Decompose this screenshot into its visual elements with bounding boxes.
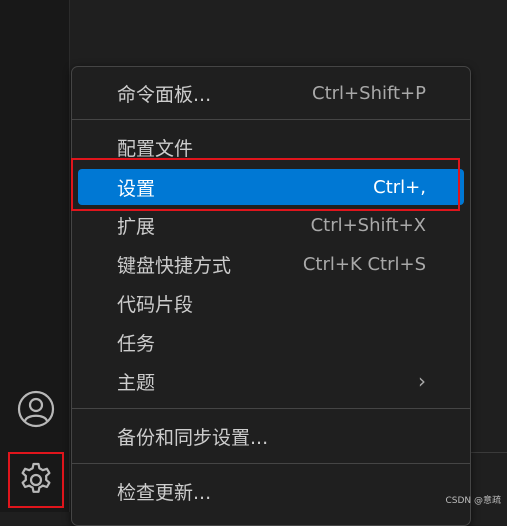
menu-item-settings[interactable]: 设置 Ctrl+, xyxy=(78,169,464,205)
activity-bar xyxy=(0,0,70,512)
menu-item-label: 扩展 xyxy=(117,215,156,238)
menu-item-label: 主题 xyxy=(117,371,156,394)
manage-context-menu: 命令面板... Ctrl+Shift+P 配置文件 设置 Ctrl+, 扩展 C… xyxy=(71,66,471,526)
menu-item-label: 检查更新... xyxy=(117,481,212,504)
menu-item-label: 设置 xyxy=(117,177,156,200)
menu-item-themes[interactable]: 主题 › xyxy=(78,363,464,399)
menu-item-tasks[interactable]: 任务 xyxy=(78,324,464,360)
menu-item-label: 代码片段 xyxy=(117,293,194,316)
menu-item-label: 配置文件 xyxy=(117,137,194,160)
watermark: CSDN @意疏 xyxy=(445,496,501,506)
menu-separator xyxy=(72,408,470,409)
manage-button[interactable] xyxy=(8,452,64,508)
menu-item-shortcut: Ctrl+K Ctrl+S xyxy=(302,253,426,275)
divider xyxy=(470,452,507,453)
gear-icon xyxy=(21,462,51,493)
menu-item-settings-sync[interactable]: 备份和同步设置... xyxy=(78,418,464,454)
menu-item-keyboard-shortcuts[interactable]: 键盘快捷方式 Ctrl+K Ctrl+S xyxy=(78,246,464,282)
menu-item-check-updates[interactable]: 检查更新... xyxy=(78,473,464,509)
menu-item-shortcut: Ctrl+, xyxy=(373,176,426,198)
menu-item-extensions[interactable]: 扩展 Ctrl+Shift+X xyxy=(78,207,464,243)
menu-item-snippets[interactable]: 代码片段 xyxy=(78,285,464,321)
account-button[interactable] xyxy=(17,390,55,428)
menu-separator xyxy=(72,463,470,464)
menu-item-label: 命令面板... xyxy=(117,83,212,106)
menu-separator xyxy=(72,119,470,120)
menu-item-profiles[interactable]: 配置文件 xyxy=(78,129,464,165)
menu-item-command-palette[interactable]: 命令面板... Ctrl+Shift+P xyxy=(78,75,464,111)
menu-item-shortcut: Ctrl+Shift+P xyxy=(312,82,426,104)
menu-item-label: 键盘快捷方式 xyxy=(117,254,232,277)
menu-item-label: 任务 xyxy=(117,332,156,355)
chevron-right-icon: › xyxy=(418,369,426,393)
account-icon xyxy=(17,390,55,428)
menu-item-label: 备份和同步设置... xyxy=(117,426,269,449)
menu-item-shortcut: Ctrl+Shift+X xyxy=(310,214,426,236)
